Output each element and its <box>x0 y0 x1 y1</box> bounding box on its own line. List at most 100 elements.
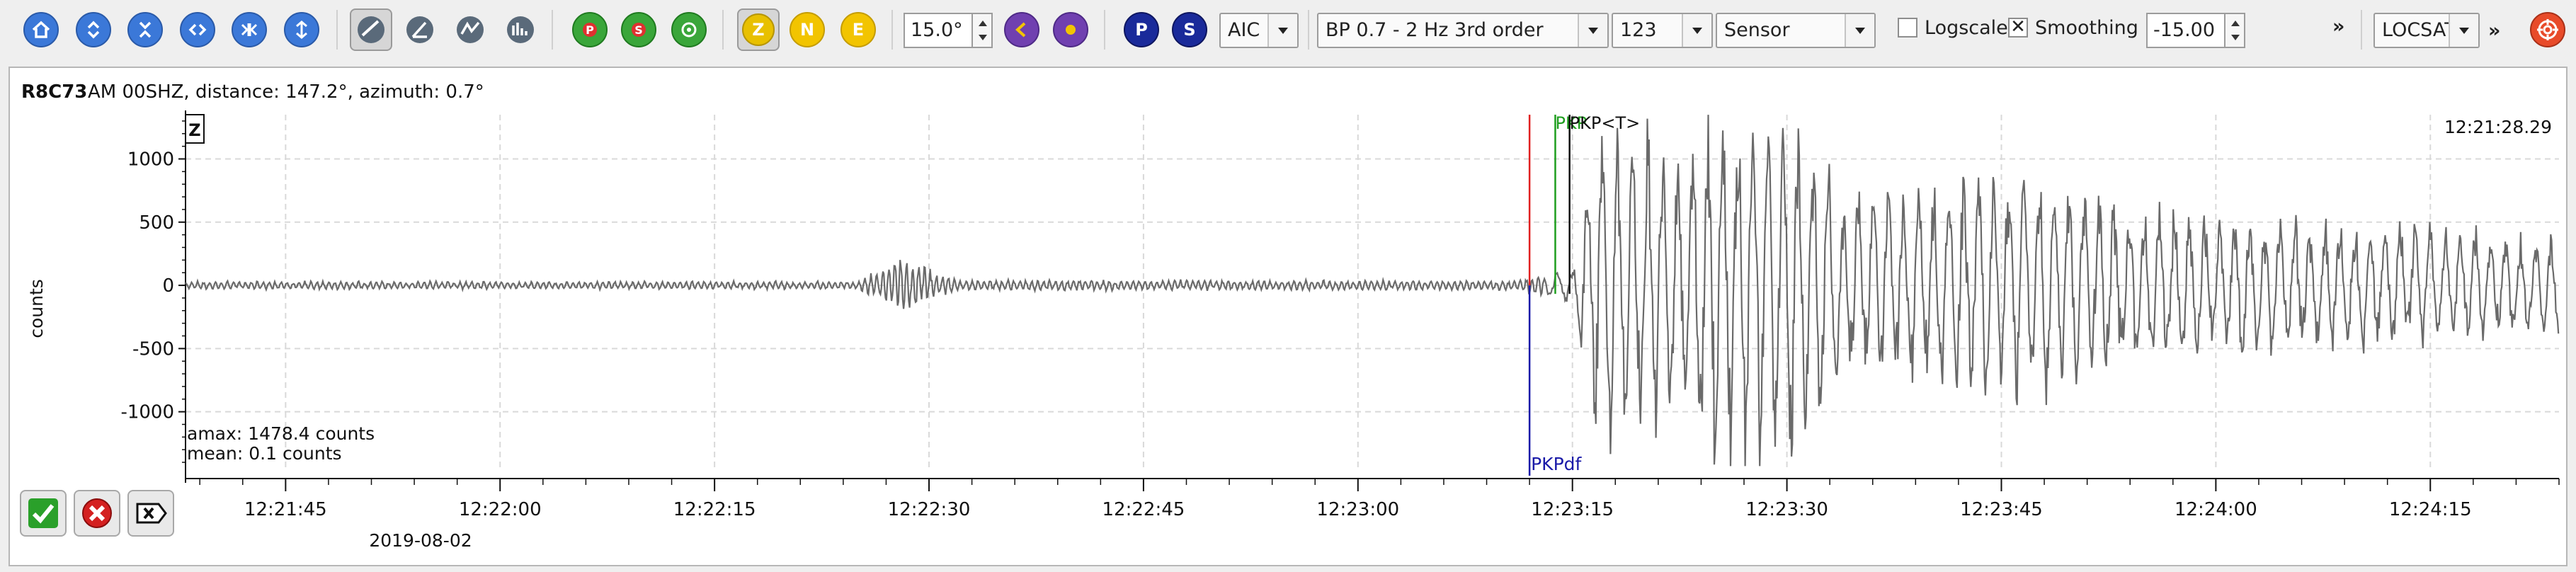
y-tick-label: -1000 <box>120 402 174 423</box>
x-tick-label: 12:24:00 <box>2175 499 2257 520</box>
accept-button[interactable] <box>20 490 67 537</box>
component-z-button[interactable]: Z <box>737 8 780 51</box>
x-tick-label: 12:24:15 <box>2389 499 2472 520</box>
x-tick-label: 12:23:15 <box>1531 499 1614 520</box>
zoom-in-horizontal-icon[interactable] <box>180 12 215 47</box>
rotation-angle-value: 15.0° <box>911 19 963 41</box>
station-code: R8C73 <box>21 81 87 103</box>
picker-method-select[interactable]: AIC <box>1219 13 1299 48</box>
home-icon[interactable] <box>23 12 59 47</box>
x-tick-label: 12:23:45 <box>1960 499 2043 520</box>
toolbar-separator <box>1308 10 1309 50</box>
logscale-checkbox[interactable] <box>1898 18 1917 38</box>
chevron-down-icon <box>1578 14 1607 47</box>
close-icon <box>136 503 167 524</box>
phase-p-icon[interactable]: P <box>572 12 608 47</box>
rotation-angle-input[interactable]: 15.0° <box>904 13 973 48</box>
x-tick-label: 12:21:45 <box>244 499 327 520</box>
zoom-out-vertical-icon[interactable] <box>127 12 163 47</box>
more-options-button-2[interactable]: » <box>2488 17 2500 45</box>
reset-scale-icon[interactable] <box>284 12 319 47</box>
sensor-select[interactable]: Sensor <box>1716 13 1876 48</box>
picker-method-value: AIC <box>1228 19 1260 41</box>
chevron-down-icon <box>2449 14 2478 47</box>
reject-button[interactable] <box>74 490 120 537</box>
toolbar-separator <box>336 10 338 50</box>
component-n-button[interactable]: N <box>790 12 825 47</box>
mean-label: mean: 0.1 counts <box>187 443 342 464</box>
smoothing-checkbox[interactable]: ✕ <box>2008 18 2028 38</box>
channel-select[interactable]: 123 <box>1612 13 1713 48</box>
channel-value: 123 <box>1620 19 1657 41</box>
seismogram-chart[interactable]: R8C73 AM 00SHZ, distance: 147.2°, azimut… <box>10 68 2566 565</box>
trace-time-label: 12:21:28.29 <box>2444 117 2552 137</box>
smoothing-value: -15.00 <box>2153 19 2216 41</box>
zoom-in-vertical-icon[interactable] <box>76 12 111 47</box>
locator-select[interactable]: LOCSAT <box>2373 13 2480 48</box>
x-tick-label: 12:23:30 <box>1745 499 1828 520</box>
logscale-label: Logscale <box>1925 17 2008 39</box>
y-axis: 1000 500 0 -500 -1000 <box>120 110 186 483</box>
toolbar-separator <box>552 10 553 50</box>
pick-label: PKP<T> <box>1570 113 1641 133</box>
component-e-button[interactable]: E <box>840 12 876 47</box>
pick-label: PKPdf <box>1531 454 1582 474</box>
smoothing-value-input[interactable]: -15.00 <box>2146 13 2225 48</box>
spectrum-icon[interactable] <box>499 8 542 51</box>
pick-p-label: P <box>1135 20 1148 40</box>
phase-picks[interactable]: PKPdfPKPPKP<T> <box>1528 113 1641 476</box>
rotate-icon[interactable] <box>399 8 441 51</box>
pick-s-label: S <box>1183 20 1196 40</box>
x-tick-label: 12:22:45 <box>1102 499 1185 520</box>
relocate-icon[interactable] <box>671 12 707 47</box>
pick-p-button[interactable]: P <box>1124 12 1159 47</box>
x-tick-label: 12:22:00 <box>459 499 542 520</box>
trigger-icon[interactable] <box>350 8 392 51</box>
toolbar-separator <box>722 10 724 50</box>
trace-panel: R8C73 AM 00SHZ, distance: 147.2°, azimut… <box>8 67 2568 566</box>
component-z-label: Z <box>752 20 765 40</box>
chevron-down-icon <box>1682 14 1711 47</box>
close-button[interactable] <box>127 490 174 537</box>
chevron-down-icon <box>1267 14 1297 47</box>
filter-icon[interactable] <box>449 8 491 51</box>
date-label: 2019-08-02 <box>369 530 472 551</box>
chevron-down-icon <box>1845 14 1874 47</box>
locator-value: LOCSAT <box>2382 19 2456 41</box>
zoom-out-horizontal-icon[interactable] <box>232 12 267 47</box>
x-tick-label: 12:22:30 <box>888 499 971 520</box>
target-icon[interactable] <box>2530 12 2565 47</box>
y-tick-label: 0 <box>162 275 174 297</box>
smoothing-label: Smoothing <box>2035 17 2138 39</box>
component-label: Z <box>188 120 200 140</box>
right-pick-icon[interactable] <box>1053 12 1088 47</box>
filter-select[interactable]: BP 0.7 - 2 Hz 3rd order <box>1317 13 1609 48</box>
toolbar: P S Z N E 15.0° P S AIC BP 0.7 - 2 Hz 3r… <box>0 0 2576 61</box>
x-tick-label: 12:22:15 <box>673 499 756 520</box>
reject-icon <box>82 498 112 528</box>
toolbar-separator <box>1104 10 1105 50</box>
amax-label: amax: 1478.4 counts <box>187 423 375 444</box>
x-tick-label: 12:23:00 <box>1316 499 1399 520</box>
x-axis: 12:21:45 12:22:00 12:22:15 12:22:30 12:22:45… <box>186 478 2560 520</box>
rotation-angle-spinner[interactable] <box>971 13 993 48</box>
component-n-label: N <box>799 20 815 40</box>
pick-s-button[interactable]: S <box>1172 12 1207 47</box>
toolbar-separator <box>891 10 893 50</box>
y-tick-label: 500 <box>139 212 174 234</box>
phase-s-icon[interactable]: S <box>621 12 656 47</box>
smoothing-value-spinner[interactable] <box>2224 13 2245 48</box>
sensor-value: Sensor <box>1724 19 1790 41</box>
more-options-button[interactable]: » <box>2332 13 2344 41</box>
toolbar-separator <box>2361 10 2362 50</box>
waveform-trace <box>185 115 2560 467</box>
y-tick-label: -500 <box>132 338 174 360</box>
station-info: AM 00SHZ, distance: 147.2°, azimuth: 0.7… <box>88 81 484 103</box>
left-pick-icon[interactable] <box>1004 12 1039 47</box>
svg-text:P: P <box>586 23 594 37</box>
y-axis-label: counts <box>26 279 47 338</box>
component-e-label: E <box>852 20 865 40</box>
filter-value: BP 0.7 - 2 Hz 3rd order <box>1326 19 1544 41</box>
accept-icon <box>28 498 58 528</box>
chart-grid <box>186 115 2559 469</box>
